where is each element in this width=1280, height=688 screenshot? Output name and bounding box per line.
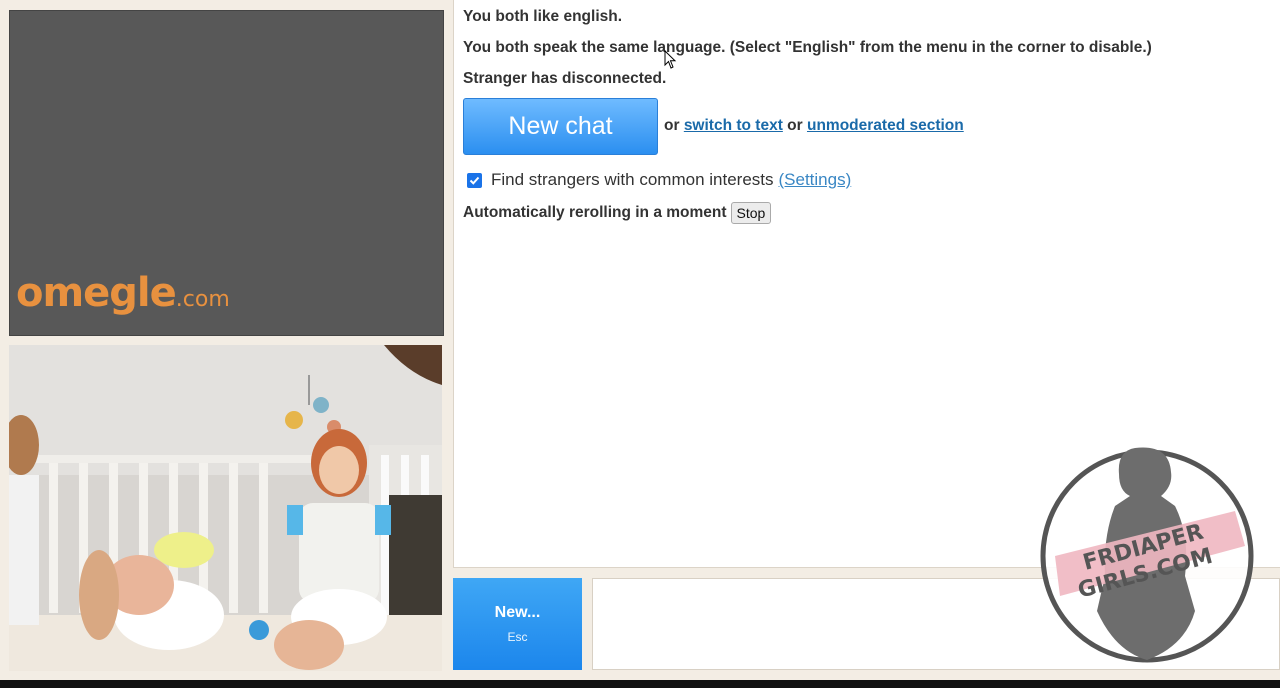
stop-button[interactable]: Stop (730, 202, 772, 224)
self-video (9, 345, 442, 671)
status-message-common-interest: You both like english. (463, 8, 623, 25)
new-chat-label: New chat (508, 112, 613, 140)
new-chat-button[interactable]: New chat (463, 98, 658, 155)
or-text: or (664, 117, 680, 134)
checkmark-icon (469, 176, 480, 185)
interests-checkbox[interactable] (467, 172, 482, 188)
new-button[interactable]: New... Esc (453, 578, 582, 670)
status-message-language: You both speak the same language. (Selec… (463, 39, 1152, 56)
status-message-disconnected: Stranger has disconnected. (463, 70, 667, 87)
webcam-scene-image (9, 345, 442, 671)
watermark-logo: FRDIAPER GIRLS.COM (1035, 436, 1259, 666)
reroll-row: Automatically rerolling in a moment Stop (463, 202, 772, 224)
bottom-border (0, 680, 1280, 688)
new-button-label: New... (494, 604, 541, 621)
alternative-options: or switch to text or unmoderated section (664, 117, 964, 135)
mouse-cursor-icon (664, 50, 677, 69)
omegle-logo: omegle.com (16, 270, 230, 316)
new-button-shortcut: Esc (507, 630, 528, 644)
interests-row: Find strangers with common interests (Se… (467, 170, 851, 190)
switch-to-text-link[interactable]: switch to text (684, 117, 783, 134)
interests-label: Find strangers with common interests (491, 170, 774, 189)
unmoderated-section-link[interactable]: unmoderated section (807, 117, 964, 134)
settings-link[interactable]: (Settings) (779, 170, 852, 190)
reroll-text: Automatically rerolling in a moment (463, 204, 727, 221)
or-text: or (787, 117, 803, 134)
